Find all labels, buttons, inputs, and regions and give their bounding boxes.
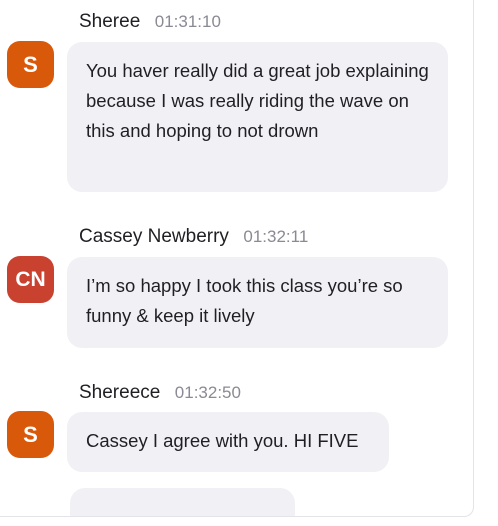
- message-header: Sheree 01:31:10: [79, 11, 221, 33]
- message-bubble-partial: [70, 488, 295, 516]
- avatar-initials: S: [23, 421, 38, 447]
- message-bubble: I’m so happy I took this class you’re so…: [67, 257, 448, 348]
- avatar[interactable]: S: [7, 41, 54, 88]
- message-bubble: You haver really did a great job explain…: [67, 42, 448, 192]
- message-header: Shereece 01:32:50: [79, 382, 241, 404]
- message-text: I’m so happy I took this class you’re so…: [86, 275, 403, 326]
- avatar-initials: S: [23, 51, 38, 77]
- message-timestamp: 01:31:10: [154, 12, 221, 31]
- avatar[interactable]: CN: [7, 256, 54, 303]
- message-timestamp: 01:32:50: [174, 383, 241, 402]
- message-bubble: Cassey I agree with you. HI FIVE: [67, 412, 389, 472]
- message-timestamp: 01:32:11: [243, 227, 309, 246]
- avatar[interactable]: S: [7, 411, 54, 458]
- message-text: Cassey I agree with you. HI FIVE: [86, 430, 359, 451]
- author-name: Cassey Newberry: [79, 226, 229, 247]
- author-name: Sheree: [79, 11, 141, 32]
- avatar-initials: CN: [15, 267, 46, 291]
- author-name: Shereece: [79, 382, 161, 403]
- message-text: You haver really did a great job explain…: [86, 60, 429, 141]
- chat-panel: Sheree 01:31:10 S You haver really did a…: [0, 0, 474, 517]
- message-header: Cassey Newberry 01:32:11: [79, 226, 308, 248]
